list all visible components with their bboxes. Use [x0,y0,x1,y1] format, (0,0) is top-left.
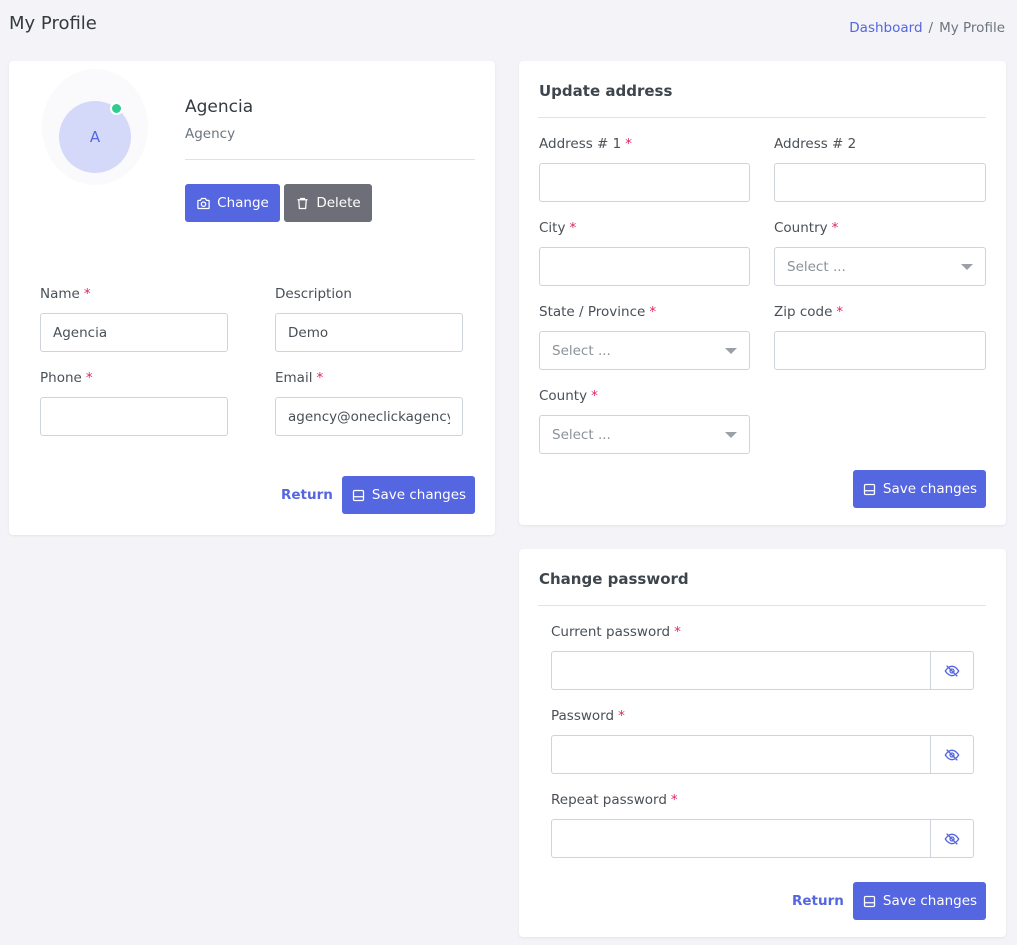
trash-icon [297,197,308,209]
profile-return-link[interactable]: Return [281,487,333,503]
camera-icon [197,197,210,209]
repeat-password-label: Repeat password * [551,792,678,808]
profile-save-button[interactable]: Save changes [342,476,475,514]
zip-label: Zip code * [774,304,844,320]
address1-input[interactable] [539,163,750,202]
avatar-initial: A [89,128,101,146]
delete-avatar-label: Delete [316,195,361,211]
password-card: Change password Current password * Passwo… [519,549,1006,937]
name-label: Name * [40,286,91,302]
online-status-dot [110,102,123,115]
breadcrumb-dashboard-link[interactable]: Dashboard [849,20,922,36]
county-label: County * [539,388,598,404]
state-label: State / Province * [539,304,657,320]
country-select[interactable]: Select ... [774,247,986,286]
chevron-down-icon [961,264,973,270]
new-password-input[interactable] [551,735,931,774]
country-select-placeholder: Select ... [787,258,846,275]
address-save-label: Save changes [882,481,978,497]
state-select[interactable]: Select ... [539,331,750,370]
change-avatar-label: Change [217,195,269,211]
profile-save-label: Save changes [371,487,467,503]
chevron-down-icon [725,432,737,438]
address-card-divider [538,117,986,118]
save-icon [863,483,876,495]
description-input[interactable] [275,313,463,352]
toggle-current-password-button[interactable] [931,651,974,690]
phone-input[interactable] [40,397,228,436]
delete-avatar-button[interactable]: Delete [284,184,372,222]
profile-card: A Agencia Agency Change Delete Name* Des… [9,61,495,535]
current-password-label: Current password * [551,624,681,640]
country-label: Country * [774,220,839,236]
breadcrumb-separator: / [928,20,934,36]
description-label: Description [275,286,352,302]
password-card-title: Change password [539,570,689,588]
email-input[interactable] [275,397,463,436]
phone-label: Phone * [40,370,93,386]
address1-label: Address # 1 * [539,136,632,152]
profile-name: Agencia [185,97,254,117]
state-select-placeholder: Select ... [552,342,611,359]
save-icon [352,489,365,501]
change-avatar-button[interactable]: Change [185,184,280,222]
eye-off-icon [944,664,960,677]
address-save-button[interactable]: Save changes [853,470,986,508]
address-card-title: Update address [539,82,673,100]
eye-off-icon [944,748,960,761]
current-password-input[interactable] [551,651,931,690]
password-card-divider [538,605,986,606]
password-save-label: Save changes [882,893,978,909]
profile-divider [185,159,475,160]
breadcrumb: Dashboard / My Profile [849,20,1005,36]
chevron-down-icon [725,348,737,354]
county-select[interactable]: Select ... [539,415,750,454]
page-title: My Profile [9,13,97,34]
county-select-placeholder: Select ... [552,426,611,443]
profile-role: Agency [185,126,236,142]
save-icon [863,895,876,907]
zip-input[interactable] [774,331,986,370]
toggle-new-password-button[interactable] [931,735,974,774]
address-card: Update address Address # 1 * Address # 2 … [519,61,1006,525]
email-label: Email * [275,370,324,386]
address2-input[interactable] [774,163,986,202]
address2-label: Address # 2 [774,136,857,152]
password-return-link[interactable]: Return [792,893,844,909]
eye-off-icon [944,832,960,845]
password-save-button[interactable]: Save changes [853,882,986,920]
city-input[interactable] [539,247,750,286]
breadcrumb-current: My Profile [939,20,1005,36]
name-input[interactable] [40,313,228,352]
city-label: City * [539,220,577,236]
toggle-repeat-password-button[interactable] [931,819,974,858]
repeat-password-input[interactable] [551,819,931,858]
new-password-label: Password * [551,708,625,724]
